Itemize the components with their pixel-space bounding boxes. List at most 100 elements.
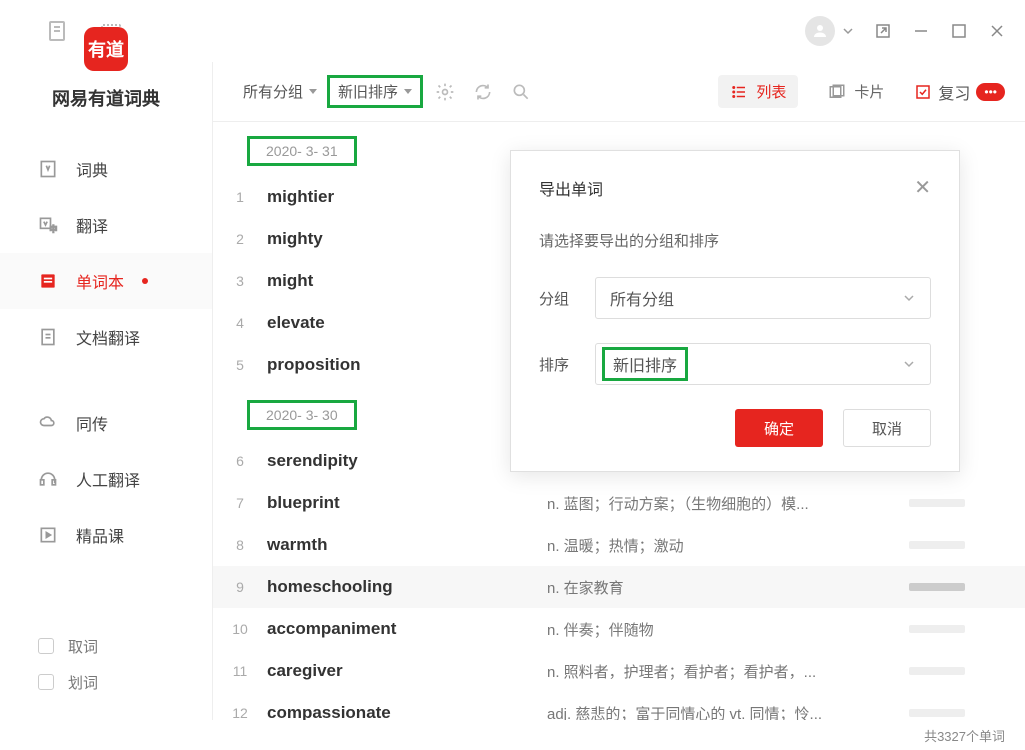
search-icon[interactable] [511,82,531,102]
sort-select[interactable]: 新旧排序 [595,343,931,385]
settings-icon[interactable] [435,82,455,102]
row-number: 8 [213,537,267,553]
date-label: 2020- 3- 30 [247,400,357,430]
row-number: 3 [213,273,267,289]
modal-actions: 确定 取消 [539,409,931,447]
checkbox-label: 划词 [68,672,98,693]
row-number: 4 [213,315,267,331]
row-number: 7 [213,495,267,511]
review-label: 复习 [938,80,970,104]
view-card-label: 卡片 [854,81,884,102]
popout-icon[interactable] [875,23,891,39]
minimize-icon[interactable] [913,23,929,39]
nav-doc-translate[interactable]: 文档翻译 [0,309,212,365]
row-number: 5 [213,357,267,373]
group-filter-label: 所有分组 [243,81,303,102]
row-definition: n. 伴奏；伴随物 [547,619,909,640]
review-button[interactable]: 复习 ••• [914,80,1005,104]
row-number: 9 [213,579,267,595]
nav-wordbook[interactable]: 单词本 [0,253,212,309]
nav-translate[interactable]: 中 翻译 [0,197,212,253]
checkbox-label: 取词 [68,636,98,657]
sort-label: 新旧排序 [338,81,398,102]
brand: 有道 网易有道词典 [0,27,212,141]
row-word: serendipity [267,451,547,471]
caret-down-icon [404,89,412,94]
word-row[interactable]: 9homeschoolingn. 在家教育 [213,566,1025,608]
row-word: mighty [267,229,547,249]
toolbar: 所有分组 新旧排序 列表 卡片 复习 ••• [213,62,1025,122]
row-word: compassionate [267,703,547,720]
footer-count: 共3327个单词 [924,720,1005,750]
row-word: homeschooling [267,577,547,597]
user-avatar[interactable] [805,16,835,46]
form-row-sort: 排序 新旧排序 [539,343,931,385]
row-word: elevate [267,313,547,333]
titlebar-right [805,16,1005,46]
brand-logo: 有道 [84,27,128,71]
nav-interpretation[interactable]: 同传 [0,395,212,451]
row-word: proposition [267,355,547,375]
nav-human-translate[interactable]: 人工翻译 [0,451,212,507]
modal-header: 导出单词 ✕ [539,175,931,200]
avatar-caret-icon[interactable] [843,26,853,36]
more-icon[interactable] [909,583,965,591]
group-label: 分组 [539,288,595,309]
progress-icon [909,709,965,717]
modal-title: 导出单词 [539,176,603,200]
row-definition: n. 照料者，护理者；看护者；看护者，... [547,661,909,682]
word-row[interactable]: 7blueprintn. 蓝图；行动方案；（生物细胞的）模... [213,482,1025,524]
nav-label: 单词本 [76,269,124,293]
sort-dropdown[interactable]: 新旧排序 [327,75,423,108]
toolbar-icons [435,82,531,102]
checkbox-icon [38,674,54,690]
word-row[interactable]: 10accompanimentn. 伴奏；伴随物 [213,608,1025,650]
group-filter-dropdown[interactable]: 所有分组 [233,75,327,108]
notification-dot-icon [142,278,148,284]
row-number: 6 [213,453,267,469]
checkbox-pickword[interactable]: 取词 [38,628,98,664]
nav-label: 精品课 [76,523,124,547]
refresh-icon[interactable] [473,82,493,102]
dictionary-icon [38,159,58,179]
wordbook-icon [38,271,58,291]
word-row[interactable]: 8warmthn. 温暖；热情；激动 [213,524,1025,566]
nav-label: 人工翻译 [76,467,140,491]
view-card-button[interactable]: 卡片 [816,75,896,108]
nav-dictionary[interactable]: 词典 [0,141,212,197]
row-definition: n. 温暖；热情；激动 [547,535,909,556]
confirm-button[interactable]: 确定 [735,409,823,447]
progress-icon [909,541,965,549]
list-icon [730,83,748,101]
maximize-icon[interactable] [951,23,967,39]
cancel-button[interactable]: 取消 [843,409,931,447]
nav-courses[interactable]: 精品课 [0,507,212,563]
word-row[interactable]: 11caregivern. 照料者，护理者；看护者；看护者，... [213,650,1025,692]
progress-icon [909,499,965,507]
close-icon[interactable]: ✕ [914,175,931,200]
view-list-label: 列表 [756,81,786,102]
group-select[interactable]: 所有分组 [595,277,931,319]
row-word: might [267,271,547,291]
view-list-button[interactable]: 列表 [718,75,798,108]
close-icon[interactable] [989,23,1005,39]
sidebar: 有道 网易有道词典 词典 中 翻译 单词本 文档翻译 同传 人工翻译 精品课 取… [0,62,213,720]
row-number: 12 [213,705,267,720]
chevron-down-icon [902,291,916,305]
word-row[interactable]: 12compassionateadj. 慈悲的；富于同情心的 vt. 同情；怜.… [213,692,1025,720]
nav-label: 词典 [76,157,108,181]
progress-icon [909,667,965,675]
sort-select-value: 新旧排序 [602,347,688,381]
row-word: accompaniment [267,619,547,639]
sort-label: 排序 [539,354,595,375]
checkbox-selectword[interactable]: 划词 [38,664,98,700]
group-select-value: 所有分组 [610,286,674,310]
nav-label: 同传 [76,411,108,435]
doc-translate-icon [38,327,58,347]
progress-icon [909,625,965,633]
check-icon [914,83,932,101]
row-word: blueprint [267,493,547,513]
row-word: caregiver [267,661,547,681]
row-definition: adj. 慈悲的；富于同情心的 vt. 同情；怜... [547,703,909,721]
nav-label: 翻译 [76,213,108,237]
